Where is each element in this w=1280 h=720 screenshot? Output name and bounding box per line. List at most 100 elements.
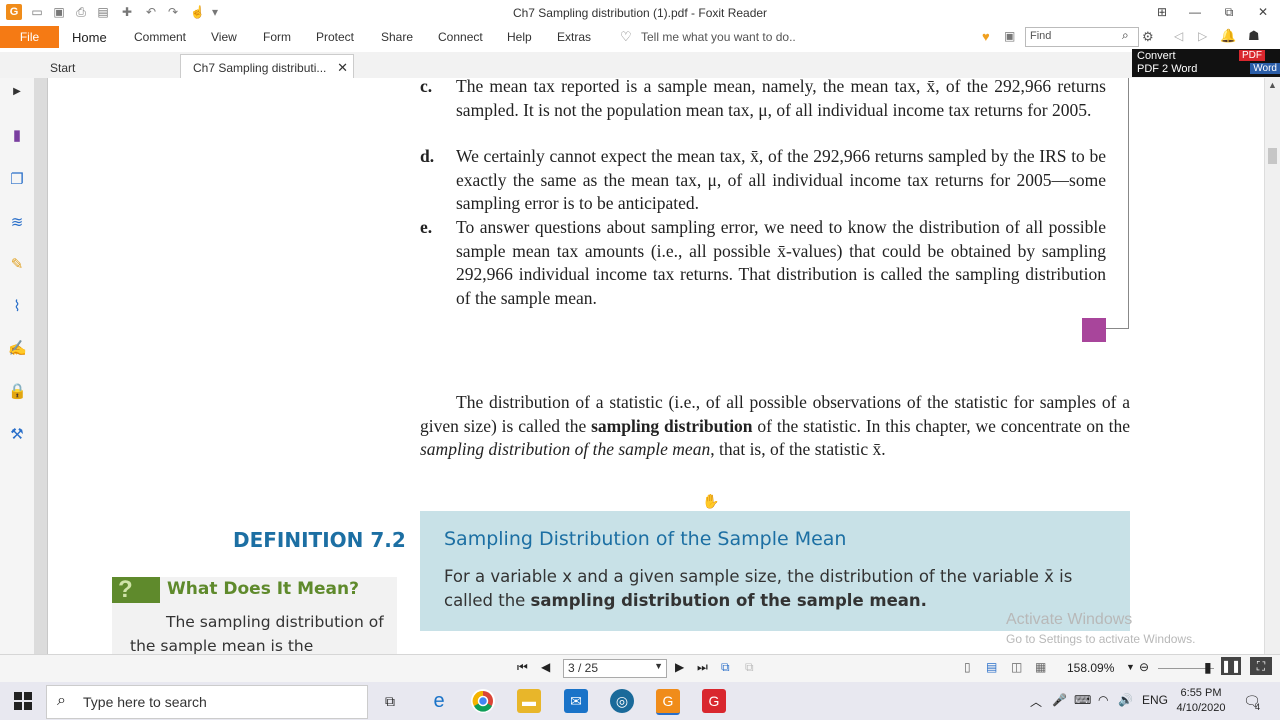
- page-number-value: 3 / 25: [568, 661, 599, 675]
- comment-note-icon[interactable]: [1082, 318, 1106, 342]
- search-icon[interactable]: ⌕: [1122, 28, 1129, 43]
- tell-me-box[interactable]: Tell me what you want to do..: [641, 30, 796, 44]
- taskbar-search-box[interactable]: ⌕ Type here to search: [46, 685, 368, 719]
- language-indicator[interactable]: ENG: [1142, 693, 1168, 707]
- clock[interactable]: 6:55 PM 4/10/2020: [1168, 686, 1234, 716]
- ribbon-display-icon[interactable]: ⊞: [1151, 3, 1173, 21]
- zoom-level[interactable]: 158.09%: [1067, 661, 1114, 675]
- tab-connect[interactable]: Connect: [438, 30, 483, 44]
- minimize-button[interactable]: —: [1184, 3, 1206, 21]
- task-view-icon[interactable]: ⧉: [378, 689, 402, 713]
- wifi-icon[interactable]: ◠: [1098, 693, 1108, 707]
- close-tab-icon[interactable]: ✕: [337, 60, 348, 76]
- lock-icon[interactable]: 🔒: [8, 383, 27, 401]
- continuous-facing-icon[interactable]: ▦: [1035, 660, 1046, 674]
- convert-pdf-ad[interactable]: Convert PDF 2 Word PDF Word: [1132, 49, 1280, 77]
- foxit-taskbar-icon[interactable]: G: [656, 689, 680, 715]
- scroll-thumb[interactable]: [1268, 148, 1277, 164]
- para-text: , that is, of the statistic x̄.: [710, 439, 886, 459]
- what-does-it-mean-box: ? What Does It Mean? The sampling distri…: [112, 577, 397, 654]
- tab-extras[interactable]: Extras: [557, 30, 591, 44]
- page-dropdown-icon[interactable]: ▼: [654, 661, 663, 671]
- tab-help[interactable]: Help: [507, 30, 532, 44]
- next-icon[interactable]: ▷: [1198, 29, 1207, 43]
- item-text: To answer questions about sampling error…: [456, 217, 1106, 308]
- find-settings-icon[interactable]: ▣: [1004, 29, 1015, 43]
- prev-icon[interactable]: ◁: [1174, 29, 1183, 43]
- tab-form[interactable]: Form: [263, 30, 291, 44]
- question-glyph: ?: [118, 576, 133, 603]
- sidebar-splitter[interactable]: [34, 78, 48, 654]
- zoom-out-icon[interactable]: ⊖: [1139, 660, 1149, 674]
- facing-page-icon[interactable]: ◫: [1011, 660, 1022, 674]
- bookmark-icon[interactable]: ▮: [8, 127, 26, 145]
- volume-icon[interactable]: 🔊: [1118, 693, 1133, 707]
- edge-icon[interactable]: e: [427, 689, 451, 713]
- comments-icon[interactable]: ✎: [8, 256, 26, 274]
- vertical-scrollbar[interactable]: ▲: [1264, 78, 1280, 654]
- mail-icon[interactable]: ✉: [564, 689, 588, 713]
- zoom-slider-handle[interactable]: ▮: [1204, 659, 1212, 676]
- notification-count: 4: [1255, 702, 1261, 712]
- signature-icon[interactable]: ✍: [8, 340, 27, 358]
- previous-page-icon[interactable]: ◀: [541, 660, 550, 674]
- find-input[interactable]: Find ⌕: [1025, 27, 1139, 47]
- chrome-icon[interactable]: [471, 689, 495, 713]
- watermark-line1: Activate Windows: [1006, 611, 1133, 628]
- clock-time: 6:55 PM: [1180, 687, 1222, 699]
- next-page-icon[interactable]: ▶: [675, 660, 684, 674]
- watermark-line2: Go to Settings to activate Windows.: [1006, 632, 1196, 646]
- pause-icon[interactable]: ❚❚: [1221, 657, 1241, 675]
- single-page-icon[interactable]: ▯: [964, 660, 971, 674]
- next-view-icon[interactable]: ⧉: [745, 660, 754, 675]
- clock-date: 4/10/2020: [1176, 702, 1226, 714]
- heart-icon[interactable]: ♥: [982, 29, 990, 44]
- ad-line2: PDF 2 Word: [1137, 63, 1198, 75]
- start-button[interactable]: [0, 682, 46, 720]
- item-letter: e.: [420, 217, 433, 237]
- windows-logo-icon: [14, 692, 32, 710]
- para-bold: sampling distribution: [591, 415, 753, 436]
- first-page-icon[interactable]: ⏮: [517, 660, 528, 675]
- ad-word-badge: Word: [1250, 63, 1280, 74]
- layers-icon[interactable]: ≋: [8, 214, 26, 232]
- expand-panel-icon[interactable]: ▶: [8, 83, 26, 101]
- foxit-phantom-icon[interactable]: G: [702, 689, 726, 713]
- keyboard-icon[interactable]: ⌨: [1074, 693, 1091, 707]
- show-hidden-icons[interactable]: ︿: [1030, 693, 1042, 710]
- tab-document[interactable]: Ch7 Sampling distributi... ✕: [180, 54, 354, 79]
- last-page-icon[interactable]: ⏭: [697, 660, 708, 675]
- previous-view-icon[interactable]: ⧉: [721, 660, 730, 675]
- tab-share[interactable]: Share: [381, 30, 413, 44]
- zoom-dropdown-icon[interactable]: ▼: [1126, 662, 1135, 672]
- file-tab[interactable]: File: [0, 26, 59, 48]
- close-button[interactable]: ✕: [1252, 3, 1274, 21]
- pages-icon[interactable]: ❐: [8, 171, 26, 189]
- fullscreen-icon[interactable]: ⛶: [1250, 657, 1272, 675]
- definition-title: Sampling Distribution of the Sample Mean: [444, 528, 847, 550]
- tab-protect[interactable]: Protect: [316, 30, 354, 44]
- gear-icon[interactable]: ⚙: [1142, 29, 1154, 45]
- tab-comment[interactable]: Comment: [134, 30, 186, 44]
- file-explorer-icon[interactable]: ▬: [517, 689, 541, 713]
- item-text: We certainly cannot expect the mean tax,…: [456, 146, 1106, 213]
- navigation-sidebar: ▶ ▮ ❐ ≋ ✎ ⌇ ✍ 🔒 ⚒: [0, 78, 34, 654]
- bell-icon[interactable]: 🔔: [1220, 28, 1236, 44]
- ad-pdf-badge: PDF: [1239, 50, 1265, 61]
- question-icon: ?: [112, 577, 160, 603]
- continuous-page-icon[interactable]: ▤: [986, 660, 997, 674]
- tab-view[interactable]: View: [211, 30, 237, 44]
- restore-button[interactable]: ⧉: [1218, 3, 1240, 21]
- page-number-input[interactable]: 3 / 25 ▼: [563, 659, 667, 678]
- app-icon[interactable]: ◎: [610, 689, 634, 713]
- tab-home[interactable]: Home: [72, 30, 107, 45]
- attachments-icon[interactable]: ⌇: [8, 298, 26, 316]
- microphone-icon[interactable]: 🎤: [1052, 693, 1067, 707]
- definition-text-bold: sampling distribution of the sample mean…: [530, 590, 927, 610]
- pdf-page[interactable]: c. The mean tax reported is a sample mea…: [48, 78, 1264, 654]
- tools-icon[interactable]: ⚒: [8, 426, 26, 444]
- lightbulb-icon: ♡: [620, 29, 632, 44]
- para-text: of the statistic. In this chapter, we co…: [752, 415, 1130, 436]
- scroll-up-icon[interactable]: ▲: [1268, 80, 1277, 90]
- user-icon[interactable]: ☗: [1248, 28, 1260, 44]
